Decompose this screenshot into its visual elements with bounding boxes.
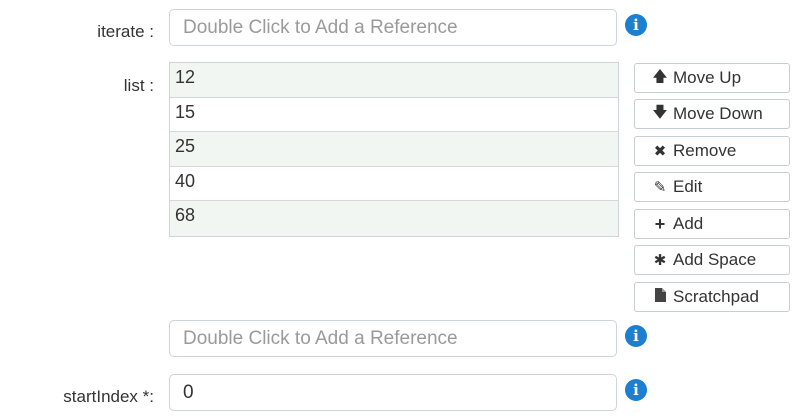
list-label: list : [123,76,154,95]
list-box[interactable]: 12 15 25 40 68 [169,62,619,237]
remove-label: Remove [673,141,737,160]
add-label: Add [673,214,704,233]
edit-button[interactable]: ✎ Edit [634,172,790,202]
add-space-button[interactable]: ✱ Add Space [634,245,790,275]
iterate-reference-input[interactable]: Double Click to Add a Reference [169,9,617,46]
asterisk-icon: ✱ [653,252,667,269]
startindex-input[interactable]: 0 [169,374,617,411]
iterate-placeholder: Double Click to Add a Reference [183,16,458,38]
move-up-label: Move Up [673,68,742,87]
arrow-up-icon: 🡅 [652,67,668,85]
list-item[interactable]: 40 [170,167,618,202]
move-down-label: Move Down [673,104,763,123]
file-icon [651,288,669,306]
remove-button[interactable]: ✖ Remove [634,136,790,166]
list-placeholder: Double Click to Add a Reference [183,327,458,349]
list-item[interactable]: 68 [170,201,618,236]
move-up-button[interactable]: 🡅 Move Up [634,63,790,93]
startindex-label: startIndex *: [63,387,154,406]
list-reference-input[interactable]: Double Click to Add a Reference [169,320,617,357]
info-circle-icon[interactable]: i [625,379,647,401]
pencil-icon: ✎ [653,179,667,196]
list-item[interactable]: 12 [170,63,618,98]
iterate-label: iterate : [97,22,154,41]
scratchpad-button[interactable]: Scratchpad [634,282,790,312]
times-icon: ✖ [653,143,667,160]
plus-icon: + [654,213,666,234]
add-button[interactable]: + Add [634,209,790,239]
arrow-down-icon: 🡇 [652,103,668,121]
scratchpad-label: Scratchpad [673,287,759,306]
move-down-button[interactable]: 🡇 Move Down [634,99,790,129]
list-item[interactable]: 25 [170,132,618,167]
startindex-value: 0 [183,381,194,403]
add-space-label: Add Space [673,250,757,269]
edit-label: Edit [673,177,703,196]
file-icon-glyph [654,288,666,302]
list-item[interactable]: 15 [170,98,618,133]
info-circle-icon[interactable]: i [625,325,647,347]
info-circle-icon[interactable]: i [625,14,647,36]
